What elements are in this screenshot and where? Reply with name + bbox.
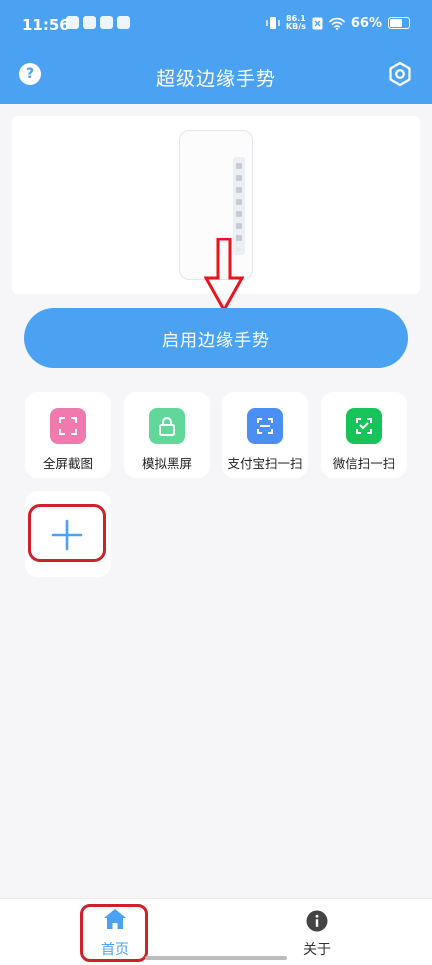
tile-label: 全屏截图: [42, 456, 93, 471]
wifi-icon: [329, 17, 345, 30]
net-speed: 86.1 KB/s: [286, 15, 306, 31]
tile-fullscreen-screenshot[interactable]: 全屏截图: [25, 392, 111, 478]
screenshot-frame-icon: [50, 408, 86, 444]
app-bar: ? 超级边缘手势: [0, 52, 432, 104]
net-speed-unit: KB/s: [285, 22, 306, 31]
gesture-preview-card: [12, 116, 420, 312]
tile-label: 模拟黑屏: [141, 456, 192, 471]
sim-icon: [312, 17, 323, 29]
home-nav-highlight: [80, 904, 148, 962]
vibrate-icon: [266, 17, 280, 29]
notification-icon: [117, 16, 130, 29]
battery-percent: 66%: [350, 15, 382, 31]
status-time: 11:56: [22, 16, 70, 34]
notification-icons: [66, 16, 130, 29]
tile-wechat-scan[interactable]: 微信扫一扫: [321, 392, 407, 478]
annotation-arrow-icon: [204, 238, 244, 312]
notification-icon: [66, 16, 79, 29]
gesture-bar: [145, 956, 287, 960]
battery-icon: [388, 17, 410, 29]
enable-edge-gesture-button[interactable]: 启用边缘手势: [24, 308, 408, 368]
scan-icon: [247, 408, 283, 444]
notification-icon: [100, 16, 113, 29]
lock-icon: [149, 408, 185, 444]
tile-alipay-scan[interactable]: 支付宝扫一扫: [222, 392, 308, 478]
notification-icon: [83, 16, 96, 29]
info-icon: [306, 910, 328, 932]
bottom-nav: 首页 关于: [0, 898, 432, 965]
settings-icon[interactable]: [387, 61, 413, 87]
status-bar: 11:56 86.1 KB/s 66%: [0, 0, 432, 52]
page-title: 超级边缘手势: [155, 68, 276, 90]
tile-label: 支付宝扫一扫: [227, 456, 303, 471]
status-right: 86.1 KB/s 66%: [266, 15, 410, 31]
tile-simulate-black-screen[interactable]: 模拟黑屏: [124, 392, 210, 478]
scan-icon: [346, 408, 382, 444]
tile-label: 微信扫一扫: [332, 456, 396, 471]
add-button-highlight: [28, 504, 106, 562]
